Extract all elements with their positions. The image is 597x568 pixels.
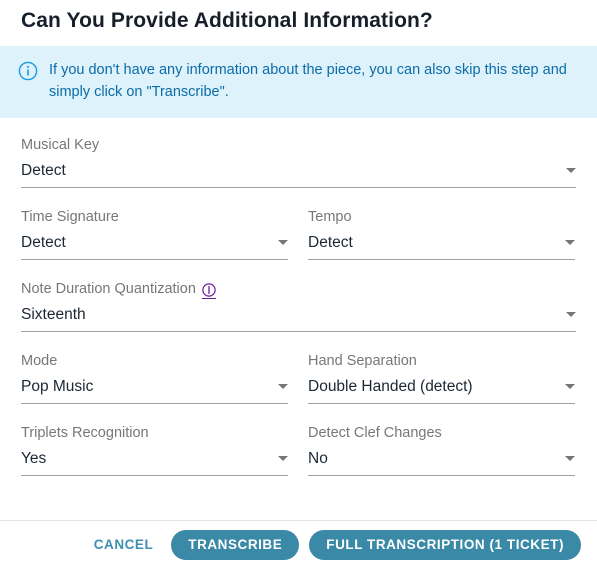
info-banner: If you don't have any information about … bbox=[0, 46, 597, 118]
chevron-down-icon bbox=[278, 383, 288, 389]
dialog-header: Can You Provide Additional Information? bbox=[0, 0, 597, 46]
field-triplets-recognition: Triplets Recognition Yes bbox=[21, 424, 288, 476]
musical-key-select[interactable]: Detect bbox=[21, 160, 576, 188]
field-time-signature: Time Signature Detect bbox=[21, 208, 288, 260]
chevron-down-icon bbox=[566, 167, 576, 173]
chevron-down-icon bbox=[565, 239, 575, 245]
mode-value: Pop Music bbox=[21, 378, 94, 395]
field-row: Musical Key Detect bbox=[21, 136, 576, 188]
chevron-down-icon bbox=[278, 455, 288, 461]
field-label-text: Detect Clef Changes bbox=[308, 425, 442, 441]
time-signature-select[interactable]: Detect bbox=[21, 232, 288, 260]
detect-clef-changes-select[interactable]: No bbox=[308, 448, 575, 476]
dialog-footer: CANCEL TRANSCRIBE FULL TRANSCRIPTION (1 … bbox=[0, 521, 597, 568]
field-label: Musical Key bbox=[21, 136, 576, 155]
hand-separation-value: Double Handed (detect) bbox=[308, 378, 473, 395]
cancel-button[interactable]: CANCEL bbox=[86, 530, 162, 559]
field-label: Mode bbox=[21, 352, 288, 371]
field-mode: Mode Pop Music bbox=[21, 352, 288, 404]
field-label-text: Mode bbox=[21, 353, 58, 369]
detect-clef-changes-value: No bbox=[308, 450, 328, 467]
triplets-recognition-select[interactable]: Yes bbox=[21, 448, 288, 476]
page-title: Can You Provide Additional Information? bbox=[21, 9, 433, 32]
tempo-select[interactable]: Detect bbox=[308, 232, 575, 260]
info-circle-icon[interactable] bbox=[201, 282, 216, 299]
field-label: Tempo bbox=[308, 208, 575, 227]
field-row: Note Duration Quantization Sixteenth bbox=[21, 280, 576, 332]
field-row: Triplets Recognition Yes Detect Clef Cha… bbox=[21, 424, 576, 476]
field-label-text: Hand Separation bbox=[308, 353, 417, 369]
tempo-value: Detect bbox=[308, 234, 353, 251]
field-row: Time Signature Detect Tempo Detect bbox=[21, 208, 576, 260]
time-signature-value: Detect bbox=[21, 234, 66, 251]
field-detect-clef-changes: Detect Clef Changes No bbox=[308, 424, 575, 476]
mode-select[interactable]: Pop Music bbox=[21, 376, 288, 404]
field-tempo: Tempo Detect bbox=[308, 208, 575, 260]
field-hand-separation: Hand Separation Double Handed (detect) bbox=[308, 352, 575, 404]
chevron-down-icon bbox=[565, 455, 575, 461]
field-label-text: Note Duration Quantization bbox=[21, 281, 196, 297]
field-note-duration-quantization: Note Duration Quantization Sixteenth bbox=[21, 280, 576, 332]
info-circle-icon bbox=[18, 61, 38, 81]
additional-information-dialog: Can You Provide Additional Information? … bbox=[0, 0, 597, 568]
field-label-text: Triplets Recognition bbox=[21, 425, 149, 441]
field-label: Time Signature bbox=[21, 208, 288, 227]
field-label: Hand Separation bbox=[308, 352, 575, 371]
note-duration-quantization-select[interactable]: Sixteenth bbox=[21, 304, 576, 332]
chevron-down-icon bbox=[566, 311, 576, 317]
field-label: Triplets Recognition bbox=[21, 424, 288, 443]
form-body: Musical Key Detect Time Signature Detect bbox=[0, 118, 597, 520]
musical-key-value: Detect bbox=[21, 162, 66, 179]
field-row: Mode Pop Music Hand Separation Double Ha… bbox=[21, 352, 576, 404]
field-label-text: Time Signature bbox=[21, 209, 119, 225]
field-label-text: Musical Key bbox=[21, 137, 100, 153]
full-transcription-button[interactable]: FULL TRANSCRIPTION (1 TICKET) bbox=[309, 529, 581, 560]
chevron-down-icon bbox=[278, 239, 288, 245]
triplets-recognition-value: Yes bbox=[21, 450, 47, 467]
transcribe-button[interactable]: TRANSCRIBE bbox=[171, 529, 300, 560]
field-label: Note Duration Quantization bbox=[21, 280, 576, 299]
field-label: Detect Clef Changes bbox=[308, 424, 575, 443]
note-duration-quantization-value: Sixteenth bbox=[21, 306, 86, 323]
chevron-down-icon bbox=[565, 383, 575, 389]
field-label-text: Tempo bbox=[308, 209, 352, 225]
field-musical-key: Musical Key Detect bbox=[21, 136, 576, 188]
hand-separation-select[interactable]: Double Handed (detect) bbox=[308, 376, 575, 404]
info-banner-text: If you don't have any information about … bbox=[49, 62, 567, 100]
